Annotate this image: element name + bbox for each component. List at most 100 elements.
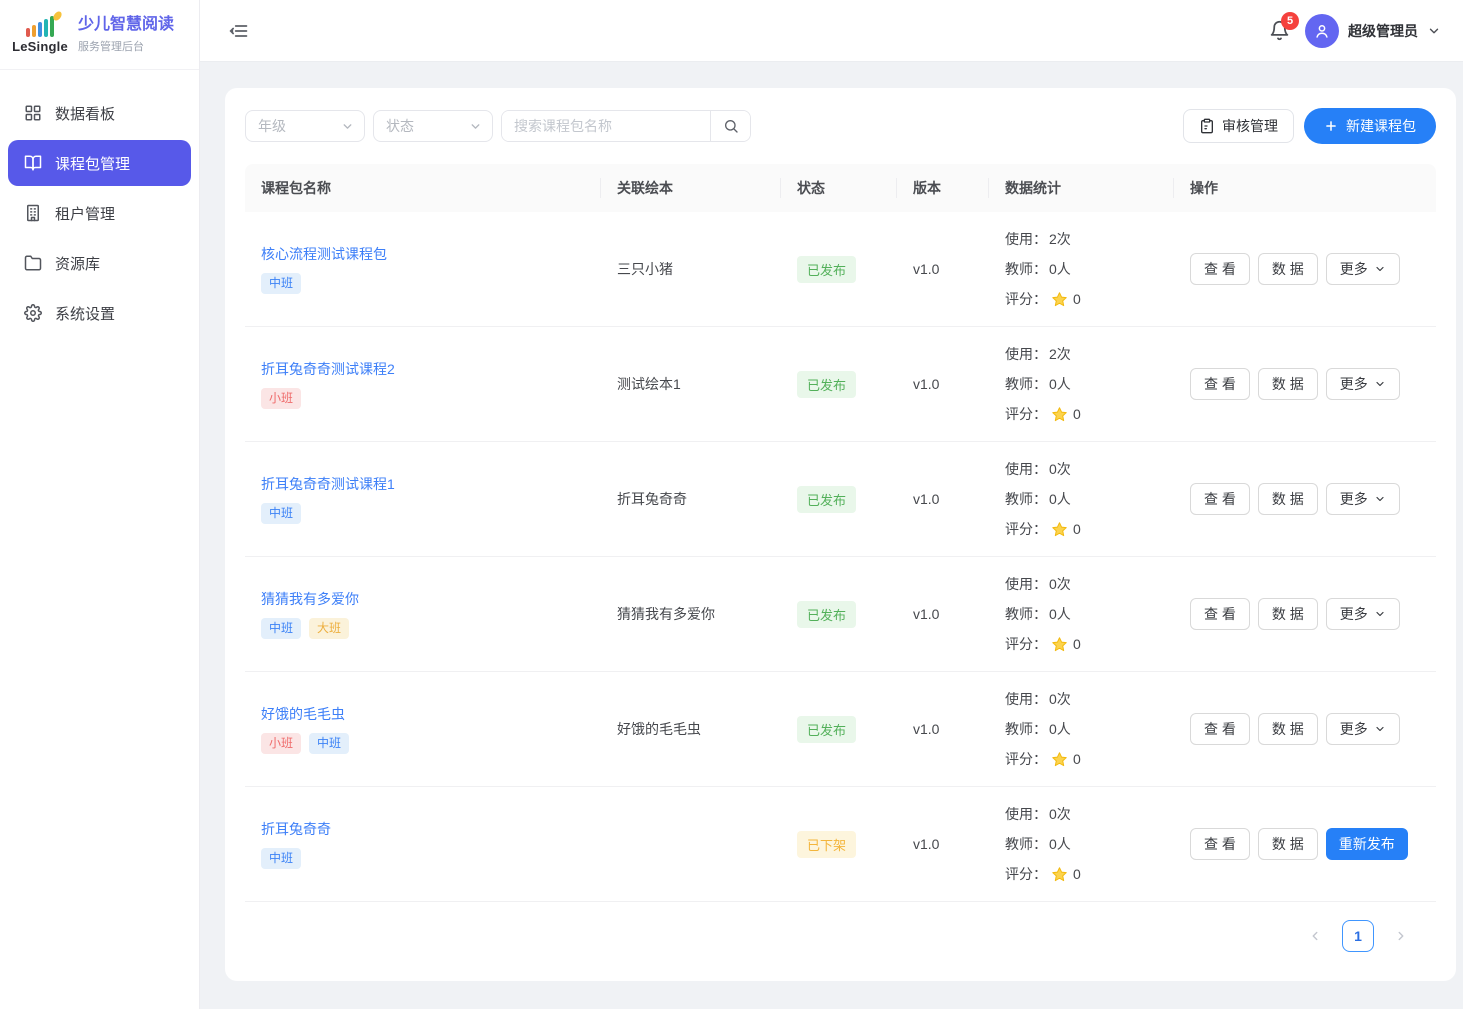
sidebar-item-course-packages[interactable]: 课程包管理 [8,140,191,186]
stats: 使用：2次 教师：0人 评分：0 [989,327,1174,441]
status-badge: 已发布 [797,371,856,398]
more-button[interactable]: 更多 [1326,368,1400,400]
view-button[interactable]: 查 看 [1190,598,1250,630]
view-button[interactable]: 查 看 [1190,368,1250,400]
package-name-link[interactable]: 折耳兔奇奇测试课程1 [261,474,395,494]
more-button[interactable]: 更多 [1326,598,1400,630]
grade-tag: 中班 [309,733,349,754]
view-button[interactable]: 查 看 [1190,253,1250,285]
teachers-label: 教师： [1005,603,1047,626]
usage-value: 2次 [1049,343,1071,366]
view-button[interactable]: 查 看 [1190,713,1250,745]
data-button[interactable]: 数 据 [1258,483,1318,515]
building-icon [24,204,43,223]
sidebar-item-label: 系统设置 [55,303,115,324]
stats: 使用：2次 教师：0人 评分：0 [989,212,1174,326]
chevron-down-icon [341,120,354,133]
chevron-right-icon [1394,929,1408,943]
rating-label: 评分： [1005,403,1047,426]
logo-wordmark: LeSingle [12,39,68,54]
more-button[interactable]: 更多 [1326,483,1400,515]
more-button[interactable]: 更多 [1326,253,1400,285]
view-button[interactable]: 查 看 [1190,828,1250,860]
search-input[interactable] [502,111,710,141]
table-header: 课程包名称 关联绘本 状态 版本 数据统计 操作 [245,164,1436,212]
table-row: 好饿的毛毛虫 小班 中班 好饿的毛毛虫 已发布 v1.0 使用：0次 教师：0人… [245,672,1436,787]
notification-bell-icon[interactable]: 5 [1267,19,1291,43]
chevron-down-icon [1374,608,1386,620]
status-select-placeholder: 状态 [386,116,414,136]
page-1-button[interactable]: 1 [1342,920,1374,952]
pagination: 1 [245,920,1436,952]
data-button[interactable]: 数 据 [1258,253,1318,285]
republish-button[interactable]: 重新发布 [1326,828,1408,860]
usage-value: 0次 [1049,458,1071,481]
sidebar-item-resources[interactable]: 资源库 [8,240,191,286]
chevron-left-icon [1308,929,1322,943]
review-button-label: 审核管理 [1222,116,1278,136]
data-button[interactable]: 数 据 [1258,598,1318,630]
column-header: 数据统计 [989,164,1174,212]
sidebar-item-tenants[interactable]: 租户管理 [8,190,191,236]
status-select[interactable]: 状态 [373,110,493,142]
star-icon [1051,521,1068,538]
grade-tag: 大班 [309,618,349,639]
usage-label: 使用： [1005,688,1047,711]
usage-label: 使用： [1005,458,1047,481]
teachers-label: 教师： [1005,488,1047,511]
rating-value: 0 [1073,748,1081,771]
rating-label: 评分： [1005,633,1047,656]
teachers-value: 0人 [1049,373,1071,396]
sidebar-item-label: 资源库 [55,253,100,274]
star-icon [1051,751,1068,768]
user-menu[interactable]: 超级管理员 [1305,14,1441,48]
course-package-table: 课程包名称 关联绘本 状态 版本 数据统计 操作 核心流程测试课程包 中班 三只… [245,164,1436,902]
package-name-link[interactable]: 折耳兔奇奇 [261,819,331,839]
top-header: 5 超级管理员 [200,0,1463,62]
teachers-label: 教师： [1005,718,1047,741]
package-name-link[interactable]: 好饿的毛毛虫 [261,704,345,724]
related-book [601,787,781,901]
sidebar-item-settings[interactable]: 系统设置 [8,290,191,336]
sidebar-item-dashboard[interactable]: 数据看板 [8,90,191,136]
next-page-button[interactable] [1390,925,1412,947]
teachers-value: 0人 [1049,258,1071,281]
menu-fold-icon[interactable] [226,18,252,44]
view-button[interactable]: 查 看 [1190,483,1250,515]
more-button[interactable]: 更多 [1326,713,1400,745]
search-button[interactable] [710,111,750,141]
status-badge: 已发布 [797,601,856,628]
package-name-link[interactable]: 猜猜我有多爱你 [261,589,359,609]
grade-tag: 小班 [261,733,301,754]
teachers-value: 0人 [1049,603,1071,626]
usage-label: 使用： [1005,803,1047,826]
sidebar: LeSingle 少儿智慧阅读 服务管理后台 数据看板 课程包管理 租户管理 [0,0,200,1009]
review-management-button[interactable]: 审核管理 [1183,109,1294,143]
package-name-link[interactable]: 核心流程测试课程包 [261,244,387,264]
sidebar-item-label: 课程包管理 [55,153,130,174]
package-name-link[interactable]: 折耳兔奇奇测试课程2 [261,359,395,379]
grade-tag: 小班 [261,388,301,409]
rating-value: 0 [1073,633,1081,656]
filter-toolbar: 年级 状态 审核管理 新建课程包 [245,108,1436,144]
usage-value: 0次 [1049,688,1071,711]
data-button[interactable]: 数 据 [1258,368,1318,400]
table-row: 猜猜我有多爱你 中班 大班 猜猜我有多爱你 已发布 v1.0 使用：0次 教师：… [245,557,1436,672]
user-name: 超级管理员 [1348,21,1418,41]
sidebar-menu: 数据看板 课程包管理 租户管理 资源库 系统设置 [0,70,199,336]
prev-page-button[interactable] [1304,925,1326,947]
more-button-label: 更多 [1340,489,1368,509]
grade-select[interactable]: 年级 [245,110,365,142]
search-box [501,110,751,142]
data-button[interactable]: 数 据 [1258,828,1318,860]
app-subtitle: 服务管理后台 [78,38,174,54]
create-package-button[interactable]: 新建课程包 [1304,108,1436,144]
data-button[interactable]: 数 据 [1258,713,1318,745]
status-badge: 已下架 [797,831,856,858]
search-icon [723,118,739,134]
usage-label: 使用： [1005,573,1047,596]
rating-label: 评分： [1005,748,1047,771]
app-title: 少儿智慧阅读 [78,15,174,34]
rating-value: 0 [1073,518,1081,541]
notification-badge: 5 [1281,12,1299,30]
